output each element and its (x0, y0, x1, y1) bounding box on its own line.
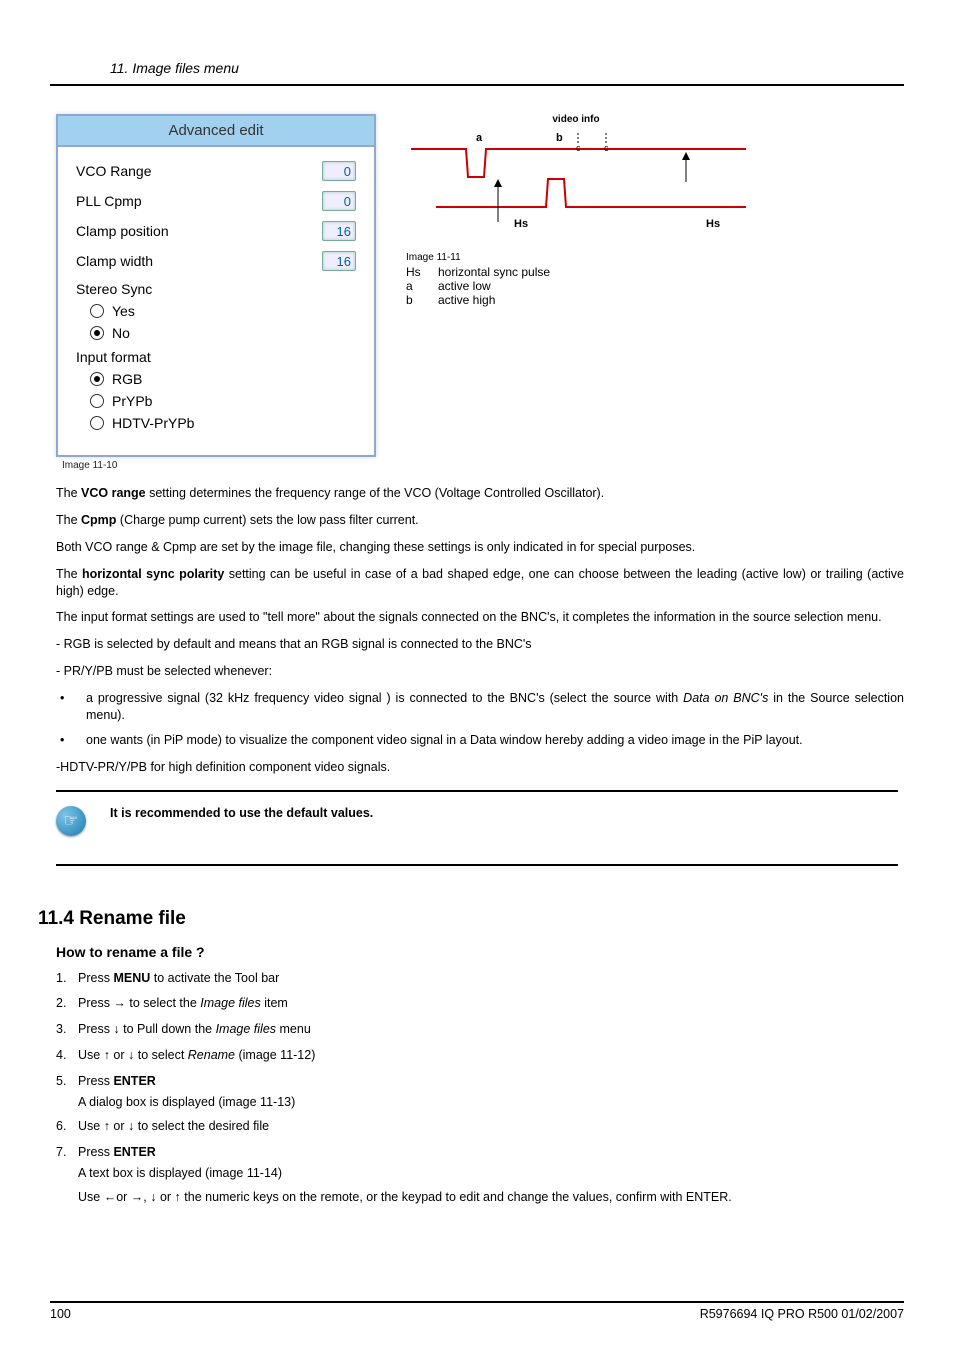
hint-icon: ☞ (56, 806, 86, 836)
clamp-position-label: Clamp position (76, 223, 169, 239)
format-hdtv-radio[interactable]: HDTV-PrYPb (90, 415, 356, 431)
radio-icon (90, 304, 104, 318)
hs-label-2: Hs (706, 218, 720, 230)
radio-selected-icon (90, 326, 104, 340)
pll-cpmp-value[interactable]: 0 (322, 191, 356, 211)
page-footer: 100 R5976694 IQ PRO R500 01/02/2007 (50, 1301, 904, 1321)
radio-selected-icon (90, 372, 104, 386)
chapter-header: 11. Image files menu (50, 60, 904, 86)
steps-list: 1.Press MENU to activate the Tool bar 2.… (56, 970, 904, 1204)
clamp-width-label: Clamp width (76, 253, 153, 269)
stereo-no-label: No (112, 325, 130, 341)
clamp-width-row: Clamp width 16 (76, 251, 356, 271)
hs-label-1: Hs (514, 218, 528, 230)
clamp-position-value[interactable]: 16 (322, 221, 356, 241)
format-prypb-radio[interactable]: PrYPb (90, 393, 356, 409)
label-a: a (476, 132, 483, 144)
input-format-label: Input format (76, 349, 356, 365)
note-text: It is recommended to use the default val… (110, 806, 373, 820)
page-number: 100 (50, 1307, 71, 1321)
image-11-10-caption: Image 11-10 (62, 460, 376, 471)
doc-ref: R5976694 IQ PRO R500 01/02/2007 (700, 1307, 904, 1321)
format-prypb-label: PrYPb (112, 393, 152, 409)
section-11-4-heading: 11.4 Rename file (38, 908, 904, 930)
stereo-sync-label: Stereo Sync (76, 281, 356, 297)
label-b: b (556, 132, 563, 144)
clamp-position-row: Clamp position 16 (76, 221, 356, 241)
stereo-no-radio[interactable]: No (90, 325, 356, 341)
image-11-11-caption: Image 11-11 (406, 252, 746, 263)
label-c2: c (604, 143, 609, 153)
note-box: ☞ It is recommended to use the default v… (56, 790, 898, 866)
pll-cpmp-label: PLL Cpmp (76, 193, 142, 209)
vco-range-value[interactable]: 0 (322, 161, 356, 181)
dialog-wrapper: Advanced edit VCO Range 0 PLL Cpmp 0 Cla… (56, 114, 376, 471)
diagram-legend: Hshorizontal sync pulse aactive low bact… (406, 265, 746, 307)
stereo-yes-radio[interactable]: Yes (90, 303, 356, 319)
sync-diagram: video info a b c c Hs Hs Image 11-11 Hsh… (406, 114, 746, 471)
vco-range-label: VCO Range (76, 163, 151, 179)
label-c1: c (576, 143, 581, 153)
format-hdtv-label: HDTV-PrYPb (112, 415, 194, 431)
dialog-title: Advanced edit (58, 116, 374, 147)
howto-heading: How to rename a file ? (56, 944, 904, 960)
vco-range-row: VCO Range 0 (76, 161, 356, 181)
radio-icon (90, 394, 104, 408)
waveform-svg: a b c c Hs Hs (406, 127, 746, 247)
stereo-yes-label: Yes (112, 303, 135, 319)
advanced-edit-dialog: Advanced edit VCO Range 0 PLL Cpmp 0 Cla… (56, 114, 376, 457)
format-rgb-radio[interactable]: RGB (90, 371, 356, 387)
pll-cpmp-row: PLL Cpmp 0 (76, 191, 356, 211)
body-text: The VCO range setting determines the fre… (56, 485, 904, 776)
diagram-title: video info (406, 114, 746, 125)
clamp-width-value[interactable]: 16 (322, 251, 356, 271)
format-rgb-label: RGB (112, 371, 142, 387)
radio-icon (90, 416, 104, 430)
